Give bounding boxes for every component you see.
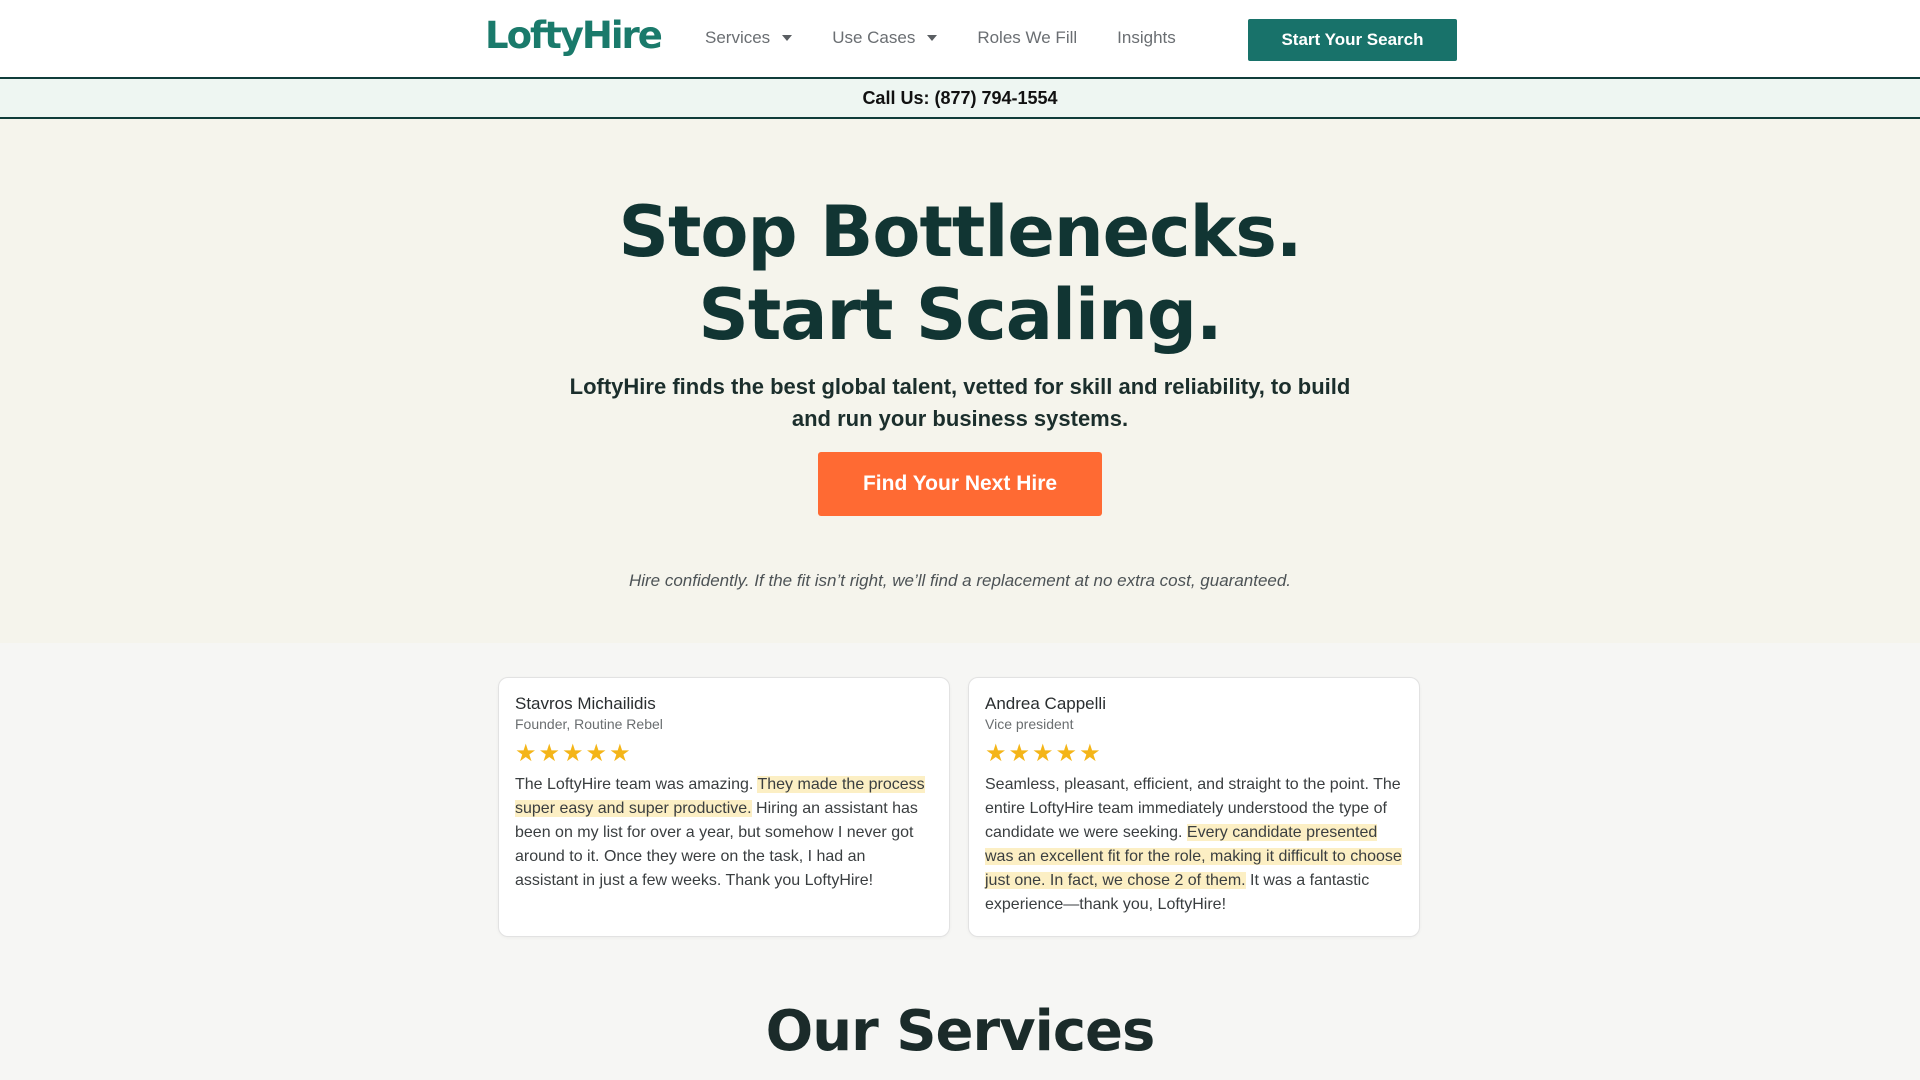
star-icon: ★ <box>1032 740 1054 767</box>
hero-section: Stop Bottlenecks. Start Scaling. LoftyHi… <box>0 119 1920 643</box>
nav-item-label: Use Cases <box>832 28 916 47</box>
star-icon: ★ <box>1055 740 1078 767</box>
nav-item-label: Roles We Fill <box>977 28 1078 47</box>
star-rating: ★ ★ ★ ★ ★ <box>515 741 933 767</box>
hero-headline-line1: Stop Bottlenecks. <box>618 191 1303 273</box>
nav-item-label: Insights <box>1117 28 1176 47</box>
nav-item-label: Services <box>705 28 771 47</box>
phone-number[interactable]: Call Us: (877) 794-1554 <box>862 88 1057 109</box>
find-next-hire-button[interactable]: Find Your Next Hire <box>818 452 1102 516</box>
testimonial-text: Seamless, pleasant, efficient, and strai… <box>985 773 1403 917</box>
hero-headline-line2: Start Scaling. <box>698 274 1222 356</box>
reviewer-name: Stavros Michailidis <box>515 694 656 713</box>
star-rating: ★ ★ ★ ★ ★ <box>985 741 1403 767</box>
logo[interactable]: LoftyHire <box>485 14 663 57</box>
star-icon: ★ <box>609 740 631 767</box>
reviewer-name: Andrea Cappelli <box>985 694 1106 713</box>
nav-item-use-cases[interactable]: Use Cases <box>832 28 938 48</box>
star-icon: ★ <box>1079 740 1101 767</box>
chevron-down-icon <box>927 35 938 41</box>
main-nav: Services Use Cases Roles We Fill Insight… <box>705 28 1216 48</box>
reviewer-role: Vice president <box>985 716 1074 732</box>
star-icon: ★ <box>985 740 1007 767</box>
star-icon: ★ <box>562 740 584 767</box>
star-icon: ★ <box>585 740 608 767</box>
guarantee-text: Hire confidently. If the fit isn’t right… <box>628 571 1292 590</box>
reviewer-role: Founder, Routine Rebel <box>515 716 663 732</box>
services-heading: Our Services <box>765 999 1156 1064</box>
nav-item-services[interactable]: Services <box>705 28 793 48</box>
testimonial-card: Stavros Michailidis Founder, Routine Reb… <box>498 677 950 937</box>
nav-item-roles-we-fill[interactable]: Roles We Fill <box>977 28 1077 48</box>
hero-subheadline: LoftyHire finds the best global talent, … <box>569 374 1351 431</box>
site-header: LoftyHire Services Use Cases Roles We Fi… <box>0 0 1920 79</box>
testimonial-text: The LoftyHire team was amazing. They mad… <box>515 773 933 893</box>
star-icon: ★ <box>515 740 537 767</box>
chevron-down-icon <box>782 35 793 41</box>
testimonial-text-start: The LoftyHire team was amazing. <box>515 776 758 793</box>
nav-item-insights[interactable]: Insights <box>1117 28 1176 48</box>
star-icon: ★ <box>538 740 561 767</box>
call-bar: Call Us: (877) 794-1554 <box>0 79 1920 119</box>
star-icon: ★ <box>1008 740 1031 767</box>
testimonial-card: Andrea Cappelli Vice president ★ ★ ★ ★ ★… <box>968 677 1420 937</box>
start-search-button[interactable]: Start Your Search <box>1248 19 1457 61</box>
